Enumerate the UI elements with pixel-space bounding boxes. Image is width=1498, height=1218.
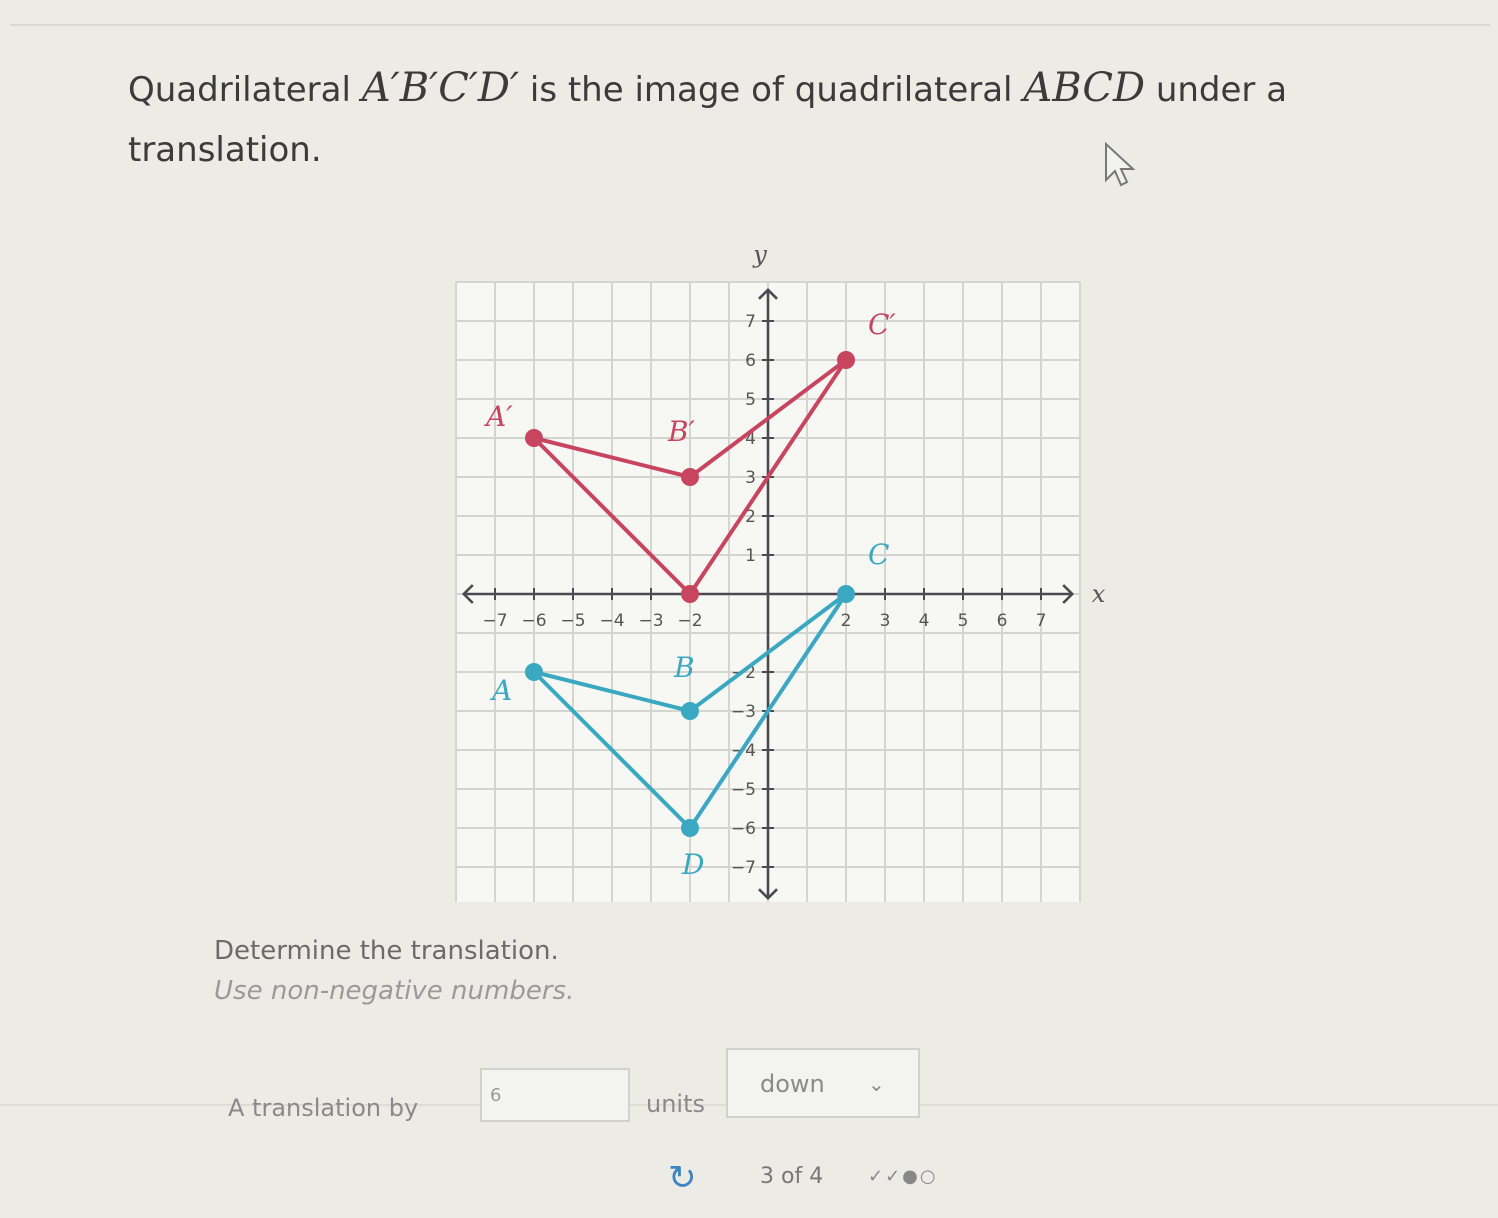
units-label: units [646, 1090, 706, 1118]
vertex-label: A′ [483, 400, 513, 433]
vertex-label: B′ [667, 415, 696, 448]
instruction-line-1: Determine the translation. [214, 936, 559, 966]
y-tick-label: 6 [745, 351, 756, 371]
vertex-label: A [489, 674, 512, 707]
refresh-icon[interactable]: ↻ [668, 1158, 697, 1198]
vertex-point [681, 819, 699, 837]
y-tick-label: −7 [731, 858, 756, 878]
coordinate-graph: −7 −6 −5 −4 −3 −2 2 3 4 5 6 77654321−2−3−4−5−6−7xyA… [455, 241, 1106, 902]
y-tick-label: 7 [745, 312, 756, 332]
y-tick-label: −3 [731, 702, 756, 722]
vertex-label: D [681, 848, 704, 881]
x-tick-label: −3 [638, 611, 663, 631]
y-tick-label: −5 [731, 780, 756, 800]
top-divider [10, 24, 1490, 26]
y-tick-label: −6 [731, 819, 756, 839]
x-tick-label: −2 [677, 611, 702, 631]
direction-select[interactable]: down ⌄ [726, 1048, 920, 1118]
progress-count: 3 of 4 [760, 1164, 824, 1189]
vertex-label: C′ [868, 308, 896, 341]
translation-amount-input[interactable] [480, 1068, 630, 1122]
y-tick-label: 3 [745, 468, 756, 488]
vertex-point [525, 429, 543, 447]
x-tick-label: −5 [560, 611, 585, 631]
x-tick-label: 4 [919, 611, 930, 631]
vertex-point [837, 351, 855, 369]
vertex-point [837, 585, 855, 603]
x-tick-label: 7 [1036, 611, 1047, 631]
x-axis-label: x [1092, 580, 1106, 608]
progress-marks: ✓✓●○ [868, 1166, 938, 1187]
instructions: Determine the translation. Use non-negat… [214, 936, 574, 1006]
vertex-point [681, 468, 699, 486]
x-tick-label: 5 [958, 611, 969, 631]
answer-row: A translation by units down ⌄ [228, 1048, 1028, 1128]
answer-prefix: A translation by [228, 1094, 419, 1122]
cursor-icon [1105, 141, 1136, 187]
y-tick-label: 5 [745, 390, 756, 410]
instruction-line-2: Use non-negative numbers. [214, 976, 575, 1006]
x-tick-label: 2 [841, 611, 852, 631]
x-tick-label: 3 [880, 611, 891, 631]
progress-bar: ↻ 3 of 4 ✓✓●○ [668, 1158, 1028, 1198]
x-tick-label: −6 [521, 611, 546, 631]
chevron-down-icon: ⌄ [868, 1072, 885, 1096]
vertex-label: C [868, 538, 889, 571]
x-tick-label: −4 [599, 611, 624, 631]
direction-value: down [760, 1070, 825, 1098]
x-tick-label: −7 [482, 611, 507, 631]
vertex-label: B [673, 651, 695, 684]
vertex-point [681, 702, 699, 720]
image-name: A′B′C′D′ [361, 65, 520, 111]
question-text: Quadrilateral A′B′C′D′ is the image of q… [128, 58, 1378, 180]
vertex-point [525, 663, 543, 681]
x-tick-label: 6 [997, 611, 1008, 631]
question-middle: is the image of quadrilateral [529, 70, 1013, 110]
y-tick-label: 1 [745, 546, 756, 566]
question-prefix: Quadrilateral [128, 70, 351, 110]
vertex-point [681, 585, 699, 603]
preimage-name: ABCD [1023, 65, 1146, 111]
y-axis-label: y [752, 241, 767, 269]
